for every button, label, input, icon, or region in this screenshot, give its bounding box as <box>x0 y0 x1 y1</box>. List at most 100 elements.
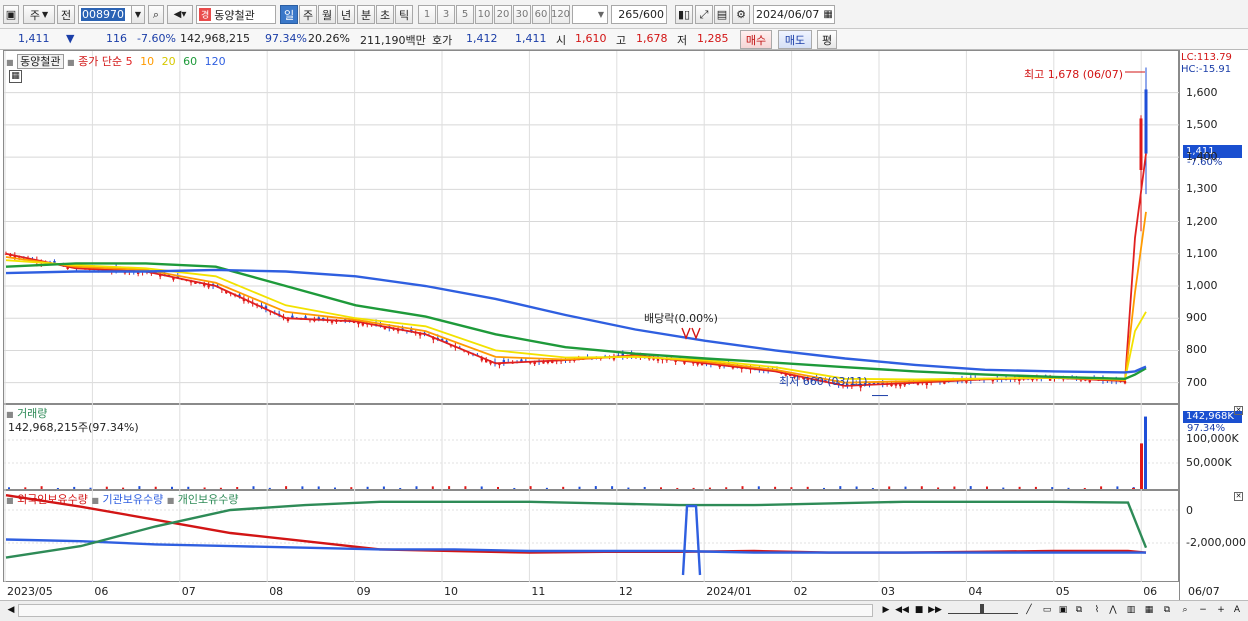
legend-square-icon: ■ <box>6 496 14 505</box>
legend-close: 종가 단순 <box>78 55 123 68</box>
scroll-right-icon[interactable]: ▶ <box>879 603 893 617</box>
volume-bar <box>89 487 92 489</box>
stop-icon[interactable]: ■ <box>912 603 926 617</box>
volume-bar <box>953 486 956 489</box>
volume-bar <box>203 487 206 489</box>
volume-bar <box>8 487 10 489</box>
volume-bar <box>627 487 630 489</box>
price-panel-legend: ■ 동양철관 ■ 종가 단순 5 10 20 60 120 <box>6 53 226 69</box>
volume-bar <box>1002 487 1005 489</box>
volume-bar <box>415 486 418 489</box>
price-y-tick: 1,200 <box>1186 214 1218 228</box>
font-size-icon[interactable]: A <box>1230 603 1244 617</box>
volume-bar <box>73 486 76 489</box>
holdings-line-1 <box>5 538 1146 554</box>
lc-label: LC:113.79 <box>1181 52 1232 63</box>
volume-bar <box>448 486 451 489</box>
price-y-tick: 1,400 <box>1186 150 1218 164</box>
volume-bar <box>708 487 711 489</box>
legend-ma10: 10 <box>140 55 155 68</box>
volume-bar <box>611 486 614 489</box>
price-y-tick: 900 <box>1186 311 1207 325</box>
volume-bar <box>497 486 499 489</box>
zoom-out-icon[interactable]: − <box>1196 603 1210 617</box>
x-tick: 05 <box>1055 585 1070 598</box>
duplicate-icon[interactable]: ⧉ <box>1160 603 1174 617</box>
volume-bar <box>171 486 173 489</box>
volume-bar <box>1132 487 1135 489</box>
legend-ma60: 60 <box>183 55 198 68</box>
volume-bar <box>676 487 679 489</box>
x-tick: 02 <box>793 585 808 598</box>
volume-bar <box>986 486 988 489</box>
legend-ma20: 20 <box>161 55 176 68</box>
x-tick: 06 <box>1143 585 1158 598</box>
volume-bar <box>480 486 483 489</box>
zoom-slider-handle[interactable] <box>980 604 984 614</box>
legend-square-icon: ■ <box>6 58 14 67</box>
volume-bar <box>806 486 809 489</box>
candle-body <box>1144 89 1148 154</box>
stock-tab[interactable]: 동양철관 <box>17 54 64 69</box>
price-y-tick: 1,000 <box>1186 279 1218 292</box>
close-panel-icon[interactable]: ✕ <box>1234 492 1243 501</box>
calculator-icon[interactable]: ▦ <box>9 70 22 83</box>
volume-bar <box>1140 443 1143 489</box>
fast-forward-icon[interactable]: ▶▶ <box>928 603 942 617</box>
x-tick: 11 <box>531 585 546 598</box>
line-tool-icon[interactable]: ╱ <box>1022 603 1036 617</box>
price-y-tick: 800 <box>1186 343 1207 357</box>
rewind-icon[interactable]: ◀◀ <box>895 603 909 617</box>
volume-y-tick: 50,000K <box>1186 456 1232 469</box>
volume-bar <box>317 486 320 489</box>
horizontal-scrollbar[interactable] <box>18 604 873 617</box>
x-tick: 2024/01 <box>706 585 752 598</box>
volume-bar <box>24 487 27 489</box>
volume-bar <box>643 486 646 489</box>
volume-bar <box>236 487 239 489</box>
volume-bar <box>692 487 695 489</box>
dividend-marker: 배당락(0.00%) <box>644 312 718 325</box>
price-y-tick: 1,500 <box>1186 117 1218 131</box>
volume-bar <box>741 486 744 489</box>
volume-bar <box>594 486 597 489</box>
stock-chart[interactable] <box>0 0 1248 600</box>
multi-window-icon[interactable]: ▣ <box>1056 603 1070 617</box>
volume-bar <box>285 486 288 489</box>
holdings-y-tick: -2,000,000 <box>1186 536 1246 549</box>
volume-bar <box>578 486 581 489</box>
x-tick: 08 <box>269 585 284 598</box>
volume-bar <box>56 487 59 489</box>
scroll-left-icon[interactable]: ◀ <box>4 603 18 617</box>
wave-tool-icon[interactable]: ⌇ <box>1090 603 1104 617</box>
volume-bar <box>725 487 728 489</box>
zoom-search-icon[interactable]: ⌕ <box>1178 603 1192 617</box>
volume-bar <box>40 486 43 489</box>
bar-tool-icon[interactable]: ▥ <box>1124 603 1138 617</box>
x-tick: 12 <box>618 585 633 598</box>
mountain-icon[interactable]: ⋀ <box>1106 603 1120 617</box>
candle-body <box>1139 118 1143 170</box>
x-tick: 07 <box>181 585 196 598</box>
volume-bar <box>252 486 255 489</box>
copy-icon[interactable]: ⧉ <box>1072 603 1086 617</box>
volume-bar <box>513 487 516 489</box>
hc-label: HC:-15.91 <box>1181 64 1232 75</box>
volume-bar <box>1083 487 1086 489</box>
ma-line-60 <box>5 262 1147 381</box>
legend-institution: 기관보유수량 <box>102 493 164 506</box>
volume-bar <box>187 486 190 489</box>
legend-square-icon: ■ <box>67 58 75 67</box>
pattern-icon[interactable]: ▦ <box>1142 603 1156 617</box>
volume-bar <box>660 487 662 489</box>
volume-bar <box>1051 487 1054 489</box>
legend-ma5: 5 <box>125 55 133 68</box>
zoom-slider[interactable] <box>948 604 1018 614</box>
zoom-in-icon[interactable]: + <box>1214 603 1228 617</box>
close-panel-icon[interactable]: ✕ <box>1234 406 1243 415</box>
volume-bar <box>529 486 532 489</box>
volume-value-text: 142,968,215주(97.34%) <box>8 421 139 434</box>
volume-bar <box>350 487 353 489</box>
volume-bar <box>969 486 972 489</box>
compare-icon[interactable]: ▭ <box>1040 603 1054 617</box>
